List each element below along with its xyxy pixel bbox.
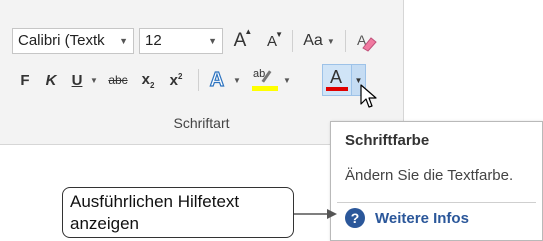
arrow-right-icon [294,209,337,219]
grow-font-button[interactable]: A ▲ [227,27,253,54]
separator [198,69,199,91]
change-case-label: Aa [303,32,323,49]
bold-glyph: F [20,71,30,89]
more-info-link[interactable]: ? Weitere Infos [345,208,469,228]
subscript-mark: 2 [149,80,155,90]
font-color-tooltip: Schriftfarbe Ändern Sie die Textfarbe. ?… [330,121,543,241]
highlighter-icon: ab [252,68,278,92]
font-color-icon: A [326,67,348,93]
more-info-label: Weitere Infos [375,209,469,227]
subscript-button[interactable]: x2 [136,67,160,93]
superscript-glyph: x [169,71,178,89]
underline-glyph: U [71,71,83,89]
eraser-icon: A [357,32,377,52]
divider [337,202,536,203]
italic-glyph: K [45,71,57,89]
font-name-value: Calibri (Textk [18,32,105,49]
help-icon: ? [345,208,365,228]
chevron-down-icon: ▼ [90,75,98,85]
font-color-glyph: A [330,67,343,87]
change-case-button[interactable]: Aa ▼ [298,28,340,54]
tooltip-title: Schriftfarbe [345,132,430,149]
annotation-callout: Ausführlichen Hilfetext anzeigen [62,187,294,238]
font-name-combobox[interactable]: Calibri (Textk ▼ [12,28,134,54]
superscript-icon: x2 [170,72,183,89]
chevron-down-icon[interactable]: ▼ [208,29,217,53]
strikethrough-glyph: abc [108,73,128,87]
italic-button[interactable]: K [40,67,62,93]
superscript-mark: 2 [177,71,183,81]
strikethrough-button[interactable]: abc [103,67,133,93]
font-size-combobox[interactable]: 12 ▼ [139,28,223,54]
mouse-cursor-icon [360,84,377,108]
font-size-value: 12 [145,32,162,49]
clear-formatting-button[interactable]: A [352,28,380,54]
text-effects-button[interactable]: A [204,67,230,93]
bold-button[interactable]: F [14,67,36,93]
callout-line-1: Ausführlichen Hilfetext [70,192,240,211]
chevron-down-icon[interactable]: ▼ [119,29,128,53]
separator [292,30,293,52]
text-effects-dropdown[interactable]: ▼ [231,67,243,93]
grow-font-icon: A ▲ [233,27,253,51]
superscript-button[interactable]: x2 [164,67,188,93]
separator [345,30,346,52]
subscript-glyph: x [141,70,150,88]
shrink-font-icon: A ▼ [266,29,283,50]
highlight-button[interactable]: ab [250,67,280,93]
subscript-icon: x2 [142,71,155,90]
highlight-dropdown[interactable]: ▼ [281,67,293,93]
shrink-font-button[interactable]: A ▼ [259,28,285,54]
underline-dropdown[interactable]: ▼ [88,67,100,93]
underline-button[interactable]: U [66,67,88,93]
chevron-down-icon: ▼ [326,36,335,46]
chevron-down-icon: ▼ [233,75,241,85]
font-color-button[interactable]: A [322,64,352,96]
tooltip-description: Ändern Sie die Textfarbe. [345,167,514,184]
chevron-down-icon: ▼ [283,75,291,85]
text-effects-icon: A [209,68,225,91]
callout-line-2: anzeigen [70,214,140,233]
